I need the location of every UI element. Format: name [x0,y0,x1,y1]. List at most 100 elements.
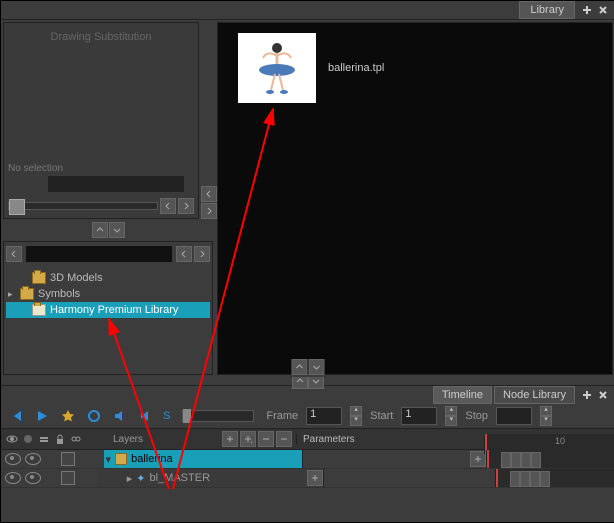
sound-scrub-button[interactable] [137,407,155,425]
visibility-icon[interactable] [5,472,21,484]
layers-label: Layers [105,434,173,445]
solo-icon[interactable] [25,472,41,484]
preview-canvas [4,51,198,159]
add-panel-button[interactable] [579,387,595,403]
frame-cell[interactable] [511,452,521,468]
playhead-marker [496,469,498,487]
expand-icon[interactable]: ▾ [106,453,112,466]
visibility-icon[interactable] [5,453,21,465]
timeline-toolbar: Layers Parameters 10 [1,428,614,450]
tree-item-harmony-library[interactable]: Harmony Premium Library [6,302,210,318]
onion-skin-icon[interactable] [21,432,35,446]
loop-button[interactable] [85,407,103,425]
layer-row[interactable]: ▾ ballerina [1,450,614,469]
timeline-panel-header: Timeline Node Library [1,386,614,404]
stop-spinner[interactable]: ▴▾ [540,406,552,426]
layer-name-ballerina[interactable]: ▾ ballerina [104,450,302,468]
tree-item-3d-models[interactable]: 3D Models [6,270,210,286]
substitution-slider[interactable] [8,202,158,210]
scroll-right-button[interactable] [201,203,217,219]
asset-thumbnail[interactable] [238,33,316,103]
frame-cell[interactable] [530,471,540,487]
tree-item-symbols[interactable]: ▸ Symbols [6,286,210,302]
layer-row[interactable]: ▸ ✦ bl_MASTER [1,469,614,488]
frame-cell[interactable] [540,471,550,487]
layer-timeline-track[interactable] [486,450,614,468]
play-button[interactable] [33,407,51,425]
close-panel-button[interactable] [595,387,611,403]
content-up-button[interactable] [292,359,308,375]
scroll-left-button[interactable] [201,186,217,202]
folder-icon [20,288,34,300]
favorite-button[interactable] [59,407,77,425]
expand-icon[interactable]: ▸ [127,472,133,485]
layer-list: ▾ ballerina [1,450,614,520]
start-spinner[interactable]: ▴▾ [445,406,457,426]
solo-icon[interactable] [25,453,41,465]
content-down-button[interactable] [309,359,325,375]
panel-divider[interactable] [1,377,614,385]
layer-params [302,450,486,468]
start-label: Start [370,410,393,422]
add-layer-button[interactable] [222,431,238,447]
color-swatch[interactable] [61,452,75,466]
slider-prev-button[interactable] [160,198,176,214]
goto-start-button[interactable] [7,407,25,425]
frame-spinner[interactable]: ▴▾ [350,406,362,426]
layer-label: ballerina [131,453,173,465]
playback-thumb[interactable] [183,409,191,423]
asset-name: ballerina.tpl [328,62,384,74]
playhead-marker [487,450,489,468]
parameters-label: Parameters [303,434,355,445]
tab-node-library[interactable]: Node Library [494,386,575,404]
tree-prev-button[interactable] [176,246,192,262]
tree-next-button[interactable] [194,246,210,262]
color-swatch[interactable] [61,471,75,485]
peg-icon: ✦ [136,472,145,485]
delete-layer-button[interactable] [258,431,274,447]
tree-expand-icon: ▸ [8,289,16,300]
start-input[interactable]: 1 [401,407,437,425]
layer-mode-icon[interactable] [37,432,51,446]
frame-input[interactable]: 1 [306,407,342,425]
preview-title: Drawing Substitution [4,23,198,51]
stop-input[interactable] [496,407,532,425]
tree-collapse-button[interactable] [6,246,22,262]
add-layer-menu-button[interactable] [240,431,256,447]
tab-library[interactable]: Library [519,1,575,19]
sound-button[interactable] [111,407,129,425]
library-asset[interactable]: ballerina.tpl [238,33,384,103]
layer-timeline-track[interactable] [495,469,614,487]
library-content-panel[interactable]: ballerina.tpl [217,22,613,375]
slider-next-button[interactable] [178,198,194,214]
add-child-button[interactable] [307,470,323,486]
library-tree-panel: 3D Models ▸ Symbols Harmony Premium Libr… [3,241,213,375]
layer-params [323,469,495,487]
playback-slider[interactable] [182,410,254,422]
tree-item-label: Symbols [38,288,80,300]
frame-cell[interactable] [521,452,531,468]
layer-name-bl-master[interactable]: ▸ ✦ bl_MASTER [97,469,323,487]
library-panel-header: Library [1,1,614,20]
add-panel-button[interactable] [579,2,595,18]
delete-layer-menu-button[interactable] [276,431,292,447]
frame-cell[interactable] [531,452,541,468]
frame-cell[interactable] [520,471,530,487]
pane-down-button[interactable] [109,222,125,238]
stop-label: Stop [465,410,488,422]
tree-path-field[interactable] [26,246,172,262]
substitution-field[interactable] [48,176,184,192]
view-mode-icon[interactable] [5,432,19,446]
peg-icon [115,453,127,465]
slider-thumb[interactable] [9,199,25,215]
pane-up-button[interactable] [92,222,108,238]
frame-cell[interactable] [501,452,511,468]
layer-label: bl_MASTER [150,472,211,484]
drawing-substitution-panel: Drawing Substitution No selection [3,22,199,219]
frame-cell[interactable] [510,471,520,487]
tab-timeline[interactable]: Timeline [433,386,492,404]
close-panel-button[interactable] [595,2,611,18]
lock-icon[interactable] [53,432,67,446]
chain-icon[interactable] [69,432,83,446]
frame-label: Frame [266,410,298,422]
